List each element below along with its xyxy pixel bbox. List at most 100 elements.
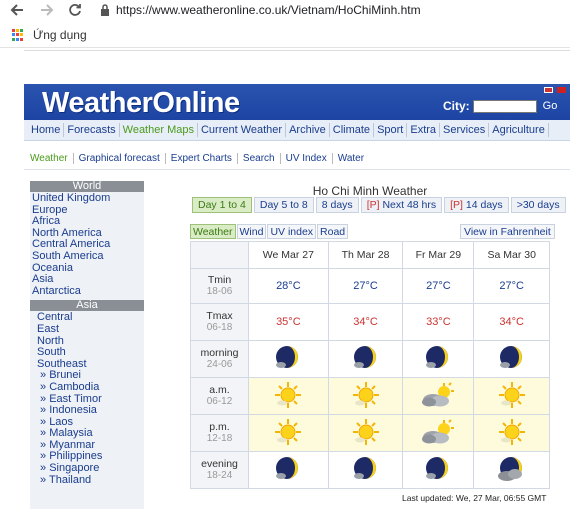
weather-cell	[327, 451, 404, 489]
row-label-hours: 06-12	[206, 396, 233, 407]
moon-cloudy-icon[interactable]	[497, 456, 527, 486]
weather-cell	[327, 340, 404, 378]
forward-arrow-icon[interactable]	[36, 1, 58, 19]
sidebar-link-cambodia[interactable]: Cambodia	[32, 381, 144, 394]
day-tab-label: 14 days	[462, 199, 503, 211]
nav-item-extra[interactable]: Extra	[407, 123, 441, 137]
moon-partly-cloudy-icon[interactable]	[273, 456, 303, 486]
table-corner	[190, 241, 249, 269]
sun-icon[interactable]	[272, 418, 304, 449]
web-page: WeatherOnline City: Go Home Forecasts Weat…	[24, 84, 570, 509]
day-header: We Mar 27	[248, 241, 329, 269]
back-arrow-icon[interactable]	[6, 1, 28, 19]
weather-cell	[402, 414, 475, 452]
reload-icon[interactable]	[64, 1, 86, 19]
moon-partly-cloudy-icon[interactable]	[273, 345, 303, 375]
cloud-sun-icon[interactable]	[420, 418, 456, 449]
tmax-value: 34°C	[473, 303, 550, 341]
sidebar-link-asia[interactable]: Asia	[32, 274, 144, 286]
sidebar-heading-world: World	[30, 181, 144, 192]
moon-partly-cloudy-icon[interactable]	[423, 456, 453, 486]
sidebar-link-indonesia[interactable]: Indonesia	[32, 404, 144, 417]
view-tab-road[interactable]: Road	[317, 224, 349, 239]
apps-grid-icon[interactable]	[12, 29, 24, 41]
view-tab-uv-index[interactable]: UV index	[267, 224, 317, 239]
url-host: www.weatheronline.co.uk	[152, 3, 288, 17]
sidebar-link-antarctica[interactable]: Antarctica	[32, 285, 144, 298]
day-tab-p-14-days[interactable]: [P] 14 days	[444, 197, 509, 213]
sun-icon[interactable]	[496, 418, 528, 449]
view-tab-weather[interactable]: Weather	[190, 224, 236, 239]
day-tab-8-days[interactable]: 8 days	[315, 197, 359, 213]
flag-icon[interactable]	[544, 87, 553, 93]
day-tab-p-next-48-hrs[interactable]: [P] Next 48 hrs	[360, 197, 443, 213]
row-label-hours: 06-18	[206, 322, 233, 333]
nav-item-services[interactable]: Services	[440, 123, 490, 137]
city-label: City:	[443, 99, 470, 113]
weather-cell	[473, 414, 550, 452]
nav-item-climate[interactable]: Climate	[330, 123, 375, 137]
moon-partly-cloudy-icon[interactable]	[351, 456, 381, 486]
premium-marker: [P]	[366, 199, 380, 211]
nav-item-forecasts[interactable]: Forecasts	[64, 123, 120, 137]
sidebar-link-south-america[interactable]: South America	[32, 250, 144, 263]
weather-cell	[473, 377, 550, 415]
subnav-item-expert-charts[interactable]: Expert Charts	[171, 152, 238, 164]
subnav-item-search[interactable]: Search	[243, 152, 281, 164]
table-row-morning: morning 24-06	[190, 340, 550, 378]
nav-item-current-weather[interactable]: Current Weather	[198, 123, 287, 137]
weather-cell	[402, 451, 475, 489]
apps-bookmark[interactable]: Ứng dụng	[33, 28, 87, 42]
city-go-button[interactable]: Go	[543, 100, 558, 112]
view-tab-wind[interactable]: Wind	[236, 224, 267, 239]
sun-icon[interactable]	[272, 381, 304, 412]
city-input[interactable]	[472, 99, 537, 113]
row-label-hours: 18-06	[206, 286, 233, 297]
day-tab-label: Day 5 to 8	[259, 199, 308, 211]
fahrenheit-link[interactable]: View in Fahrenheit	[460, 224, 555, 239]
tmin-value: 28°C	[248, 268, 329, 304]
sidebar-link-south[interactable]: South	[32, 347, 144, 359]
nav-item-home[interactable]: Home	[28, 123, 65, 137]
day-tab-day-1-to-4[interactable]: Day 1 to 4	[192, 197, 252, 213]
site-logo[interactable]: WeatherOnline	[42, 87, 240, 120]
nav-item-agriculture[interactable]: Agriculture	[489, 123, 549, 137]
day-range-tabs: Day 1 to 4 Day 5 to 8 8 days [P] Next 48 hr…	[192, 197, 568, 213]
nav-item-sport[interactable]: Sport	[374, 123, 408, 137]
sidebar-link-united-kingdom[interactable]: United Kingdom	[32, 192, 144, 205]
nav-item-weather-maps[interactable]: Weather Maps	[120, 123, 198, 137]
subnav-item-water[interactable]: Water	[338, 153, 369, 164]
row-label: morning 24-06	[190, 340, 249, 378]
day-header: Th Mar 28	[327, 241, 404, 269]
tmax-value: 35°C	[248, 303, 329, 341]
subnav-item-uv-index[interactable]: UV Index	[286, 152, 333, 164]
sun-icon[interactable]	[350, 418, 382, 449]
moon-partly-cloudy-icon[interactable]	[423, 345, 453, 375]
lock-icon[interactable]	[98, 3, 112, 17]
moon-partly-cloudy-icon[interactable]	[497, 345, 527, 375]
sidebar-link-singapore[interactable]: Singapore	[32, 462, 144, 475]
day-tab-label: Day 1 to 4	[198, 199, 246, 211]
weather-cell	[327, 414, 404, 452]
address-bar[interactable]: https://www.weatheronline.co.uk/Vietnam/…	[116, 3, 421, 17]
subnav-item-weather[interactable]: Weather	[30, 152, 74, 164]
tmin-value: 27°C	[327, 268, 404, 304]
nav-item-archive[interactable]: Archive	[286, 123, 330, 137]
flag-icon[interactable]	[557, 87, 566, 93]
premium-marker: [P]	[450, 199, 463, 211]
sidebar-link-thailand[interactable]: Thailand	[32, 474, 144, 487]
weather-cell	[473, 451, 550, 489]
day-tab-day-5-to-8[interactable]: Day 5 to 8	[253, 197, 314, 213]
sun-icon[interactable]	[496, 381, 528, 412]
row-label: Tmin 18-06	[190, 268, 249, 304]
sidebar-link-east[interactable]: East	[32, 323, 144, 336]
sun-icon[interactable]	[350, 381, 382, 412]
cloud-sun-icon[interactable]	[420, 381, 456, 412]
main-navigation: Home Forecasts Weather Maps Current Weather…	[24, 120, 570, 141]
subnav-item-graphical-forecast[interactable]: Graphical forecast	[79, 152, 166, 164]
table-header-row: We Mar 27 Th Mar 28 Fr Mar 29 Sa Mar 30	[190, 241, 550, 269]
moon-partly-cloudy-icon[interactable]	[351, 345, 381, 375]
site-header: WeatherOnline City: Go	[24, 84, 570, 120]
row-label: Tmax 06-18	[190, 303, 249, 341]
day-tab-30-days[interactable]: >30 days	[510, 197, 566, 213]
